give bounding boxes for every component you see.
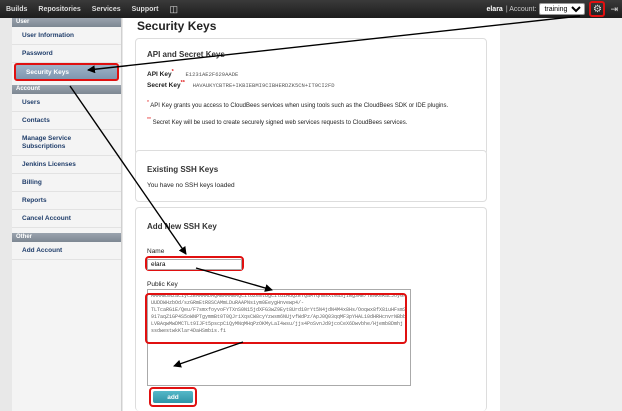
secret-key-note: ** Secret Key will be used to create sec… bbox=[147, 117, 407, 126]
username[interactable]: elara bbox=[486, 6, 502, 13]
sidebar: User User Information Password Security … bbox=[12, 18, 122, 411]
main-content: Security Keys API and Secret Keys API Ke… bbox=[123, 18, 500, 411]
api-keys-title: API and Secret Keys bbox=[147, 50, 225, 59]
sidebar-header-user: User bbox=[12, 18, 121, 27]
sidebar-item-password[interactable]: Password bbox=[12, 45, 121, 63]
sidebar-item-reports[interactable]: Reports bbox=[12, 192, 121, 210]
nav-repositories[interactable]: Repositories bbox=[38, 6, 80, 13]
right-gutter bbox=[500, 18, 622, 411]
sidebar-item-security-keys[interactable]: Security Keys bbox=[14, 63, 119, 81]
api-key-value[interactable]: E1231AE2F629AADE bbox=[186, 71, 239, 78]
existing-ssh-keys-panel: Existing SSH Keys You have no SSH keys l… bbox=[135, 150, 487, 202]
sidebar-item-add-account[interactable]: Add Account bbox=[12, 242, 121, 260]
sidebar-item-manage-service-subscriptions[interactable]: Manage Service Subscriptions bbox=[12, 130, 121, 156]
secret-key-marker: ** bbox=[180, 80, 185, 86]
public-key-label: Public Key bbox=[147, 281, 178, 288]
account-label: | Account: bbox=[505, 5, 537, 13]
secret-key-label: Secret Key bbox=[147, 82, 181, 90]
name-field-highlight bbox=[145, 256, 244, 271]
existing-ssh-keys-title: Existing SSH Keys bbox=[147, 165, 219, 174]
nav-support[interactable]: Support bbox=[132, 6, 159, 13]
add-button[interactable]: add bbox=[153, 391, 193, 403]
sidebar-item-user-information[interactable]: User Information bbox=[12, 27, 121, 45]
no-ssh-keys-text: You have no SSH keys loaded bbox=[147, 182, 235, 189]
sidebar-item-cancel-account[interactable]: Cancel Account bbox=[12, 210, 121, 228]
api-key-note: * API Key grants you access to CloudBees… bbox=[147, 100, 448, 109]
gear-icon[interactable]: ⚙ bbox=[589, 1, 606, 17]
add-ssh-key-title: Add New SSH Key bbox=[147, 222, 217, 231]
name-input[interactable] bbox=[147, 259, 242, 270]
api-keys-panel: API and Secret Keys API Key* E1231AE2F62… bbox=[135, 38, 487, 155]
add-button-highlight: add bbox=[149, 387, 197, 407]
sidebar-header-account: Account bbox=[12, 85, 121, 94]
nav-services[interactable]: Services bbox=[92, 6, 121, 13]
name-label: Name bbox=[147, 248, 165, 255]
api-key-row: API Key* E1231AE2F629AADE bbox=[147, 69, 238, 78]
add-ssh-key-panel: Add New SSH Key Name Public Key AAAAB3Nz… bbox=[135, 207, 487, 411]
sidebar-item-jenkins-licenses[interactable]: Jenkins Licenses bbox=[12, 156, 121, 174]
sidebar-item-users[interactable]: Users bbox=[12, 94, 121, 112]
book-icon[interactable]: ◫ bbox=[169, 4, 179, 15]
secret-key-note-marker: ** bbox=[147, 117, 151, 123]
top-navigation-bar: Builds Repositories Services Support ◫ e… bbox=[0, 0, 622, 18]
api-key-marker: * bbox=[171, 69, 174, 75]
sidebar-item-contacts[interactable]: Contacts bbox=[12, 112, 121, 130]
public-key-textarea[interactable]: AAAAB3NzaC1yc2EAAAADAQABAAABAQC1l6Ze8tUg… bbox=[147, 289, 411, 386]
account-select[interactable]: training 2 bbox=[539, 3, 586, 15]
secret-key-value[interactable]: HAVAUKYCBTRE+IKBIEBMI9CIBHERDZK5CN+IT9CI… bbox=[193, 82, 335, 89]
api-key-label: API Key bbox=[147, 71, 172, 79]
secret-key-note-text: Secret Key will be used to create secure… bbox=[152, 120, 408, 126]
sidebar-item-billing[interactable]: Billing bbox=[12, 174, 121, 192]
api-key-note-marker: * bbox=[147, 100, 149, 106]
sidebar-header-other: Other bbox=[12, 233, 121, 242]
secret-key-row: Secret Key** HAVAUKYCBTRE+IKBIEBMI9CIBHE… bbox=[147, 80, 335, 89]
exit-icon[interactable]: ⇥ bbox=[610, 4, 618, 15]
api-key-note-text: API Key grants you access to CloudBees s… bbox=[150, 103, 449, 109]
page-title: Security Keys bbox=[137, 19, 217, 33]
nav-builds[interactable]: Builds bbox=[6, 6, 27, 13]
account-area: elara | Account: training 2 ⚙ ⇥ bbox=[486, 0, 622, 18]
